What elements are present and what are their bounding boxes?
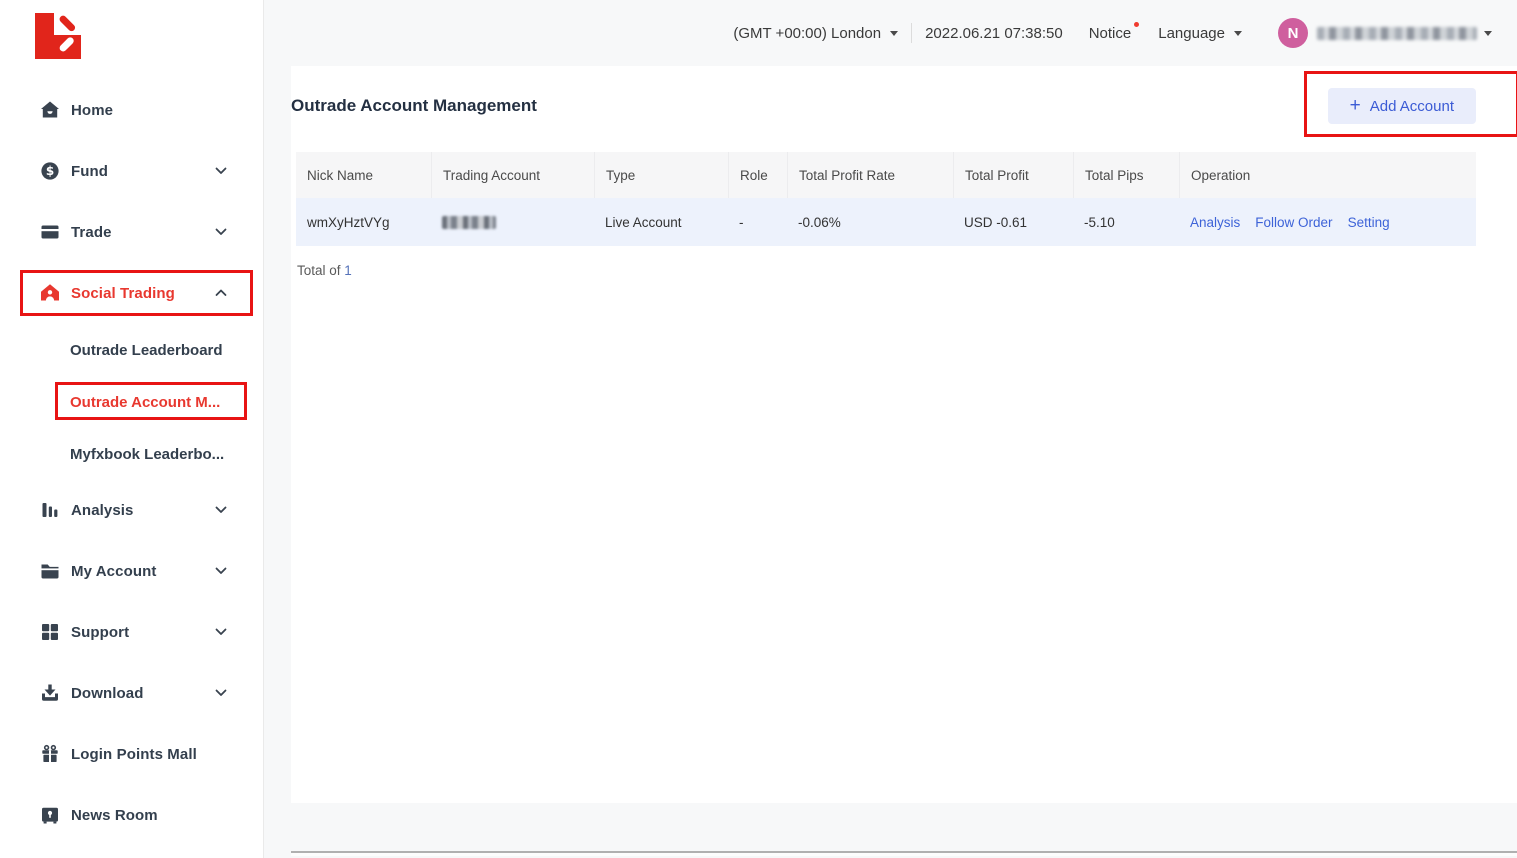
accounts-table: Nick Name Trading Account Type Role Tota… <box>296 152 1476 246</box>
folder-icon <box>40 561 60 581</box>
cell-trading-account <box>431 216 594 229</box>
caret-down-icon <box>1234 31 1242 36</box>
sidebar-item-label: Social Trading <box>71 285 175 302</box>
col-header-total-profit: Total Profit <box>953 152 1073 198</box>
col-header-nick-name: Nick Name <box>296 168 431 183</box>
chevron-down-icon <box>215 162 227 180</box>
col-header-total-profit-rate: Total Profit Rate <box>787 152 953 198</box>
topbar-divider <box>911 23 912 43</box>
sidebar-item-home[interactable]: Home <box>0 90 263 130</box>
sidebar-item-login-points-mall[interactable]: Login Points Mall <box>0 734 263 774</box>
language-selector[interactable]: Language <box>1158 25 1242 42</box>
total-label: Total of <box>297 263 341 278</box>
sidebar: Home $ Fund Trade <box>0 0 264 858</box>
cell-operation: Analysis Follow Order Setting <box>1179 215 1476 230</box>
col-header-trading-account: Trading Account <box>431 152 594 198</box>
sidebar-nav: Home $ Fund Trade <box>0 90 263 835</box>
table-row: wmXyHztVYg Live Account - -0.06% USD -0.… <box>296 198 1476 246</box>
sidebar-item-my-account[interactable]: My Account <box>0 551 263 591</box>
home-icon <box>40 100 60 120</box>
cell-total-profit: USD -0.61 <box>953 215 1073 230</box>
sidebar-item-trade[interactable]: Trade <box>0 212 263 252</box>
gift-icon <box>40 744 60 764</box>
cell-role: - <box>728 215 787 230</box>
chevron-down-icon <box>215 562 227 580</box>
sidebar-item-outrade-account-management[interactable]: Outrade Account M... <box>0 386 263 418</box>
sidebar-item-label: Login Points Mall <box>71 746 197 763</box>
svg-text:$: $ <box>46 164 54 178</box>
sidebar-item-label: Home <box>71 102 113 119</box>
sidebar-subitem-label: Outrade Leaderboard <box>70 342 223 359</box>
grid-icon <box>40 622 60 642</box>
table-header-row: Nick Name Trading Account Type Role Tota… <box>296 152 1476 198</box>
card-header: Outrade Account Management + Add Account <box>291 88 1476 124</box>
fund-icon: $ <box>40 161 60 181</box>
sidebar-item-label: News Room <box>71 807 158 824</box>
cell-total-pips: -5.10 <box>1073 215 1179 230</box>
chevron-down-icon <box>215 623 227 641</box>
caret-down-icon <box>890 31 898 36</box>
add-account-button[interactable]: + Add Account <box>1328 88 1476 124</box>
timezone-selector[interactable]: (GMT +00:00) London <box>733 25 898 42</box>
chevron-down-icon <box>215 684 227 702</box>
sidebar-item-social-trading[interactable]: Social Trading <box>0 273 263 313</box>
total-count: 1 <box>344 263 352 278</box>
sidebar-item-label: Support <box>71 624 129 641</box>
sidebar-item-label: Trade <box>71 224 112 241</box>
server-datetime: 2022.06.21 07:38:50 <box>925 25 1063 42</box>
chevron-down-icon <box>215 501 227 519</box>
avatar[interactable]: N <box>1278 18 1308 48</box>
col-header-total-pips: Total Pips <box>1073 152 1179 198</box>
sidebar-item-label: Fund <box>71 163 108 180</box>
sidebar-item-news-room[interactable]: News Room <box>0 795 263 835</box>
bar-chart-icon <box>40 500 60 520</box>
notice-badge-dot <box>1134 22 1139 27</box>
setting-link[interactable]: Setting <box>1348 215 1390 230</box>
chevron-down-icon <box>215 223 227 241</box>
brand-logo[interactable] <box>35 13 81 59</box>
download-icon <box>40 683 60 703</box>
sidebar-item-label: My Account <box>71 563 156 580</box>
sidebar-item-download[interactable]: Download <box>0 673 263 713</box>
col-header-operation: Operation <box>1179 152 1476 198</box>
main-area: (GMT +00:00) London 2022.06.21 07:38:50 … <box>264 0 1517 858</box>
topbar: (GMT +00:00) London 2022.06.21 07:38:50 … <box>264 0 1517 66</box>
news-room-icon <box>40 805 60 825</box>
total-count-text: Total of 1 <box>297 263 1476 278</box>
timezone-label: (GMT +00:00) London <box>733 25 881 42</box>
caret-down-icon <box>1484 31 1492 36</box>
sidebar-item-label: Analysis <box>71 502 134 519</box>
username-blurred[interactable] <box>1317 27 1477 40</box>
sidebar-subitem-label: Outrade Account M... <box>70 394 220 411</box>
footer-divider <box>291 851 1517 856</box>
sidebar-item-support[interactable]: Support <box>0 612 263 652</box>
cell-nick-name: wmXyHztVYg <box>296 215 431 230</box>
col-header-type: Type <box>594 152 728 198</box>
sidebar-item-myfxbook-leaderboard[interactable]: Myfxbook Leaderbo... <box>0 438 263 470</box>
sidebar-subitem-label: Myfxbook Leaderbo... <box>70 446 224 463</box>
notice-label: Notice <box>1089 25 1132 42</box>
trading-account-blurred <box>442 216 496 229</box>
analysis-link[interactable]: Analysis <box>1190 215 1240 230</box>
sidebar-item-label: Download <box>71 685 143 702</box>
sidebar-item-analysis[interactable]: Analysis <box>0 490 263 530</box>
plus-icon: + <box>1350 96 1361 115</box>
trade-icon <box>40 222 60 242</box>
social-trading-icon <box>40 283 60 303</box>
follow-order-link[interactable]: Follow Order <box>1255 215 1332 230</box>
chevron-up-icon <box>215 284 227 302</box>
cell-total-profit-rate: -0.06% <box>787 215 953 230</box>
logo-stroke-bottom <box>58 36 75 53</box>
cell-type: Live Account <box>594 215 728 230</box>
page-title: Outrade Account Management <box>291 96 537 116</box>
col-header-role: Role <box>728 152 787 198</box>
app-window: Home $ Fund Trade <box>0 0 1517 858</box>
add-account-wrap: + Add Account <box>1328 88 1476 124</box>
language-label: Language <box>1158 25 1225 42</box>
sidebar-item-outrade-leaderboard[interactable]: Outrade Leaderboard <box>0 334 263 366</box>
content-card: Outrade Account Management + Add Account… <box>291 66 1517 803</box>
sidebar-item-fund[interactable]: $ Fund <box>0 151 263 191</box>
notice-link[interactable]: Notice <box>1089 25 1132 42</box>
add-account-label: Add Account <box>1370 98 1454 115</box>
